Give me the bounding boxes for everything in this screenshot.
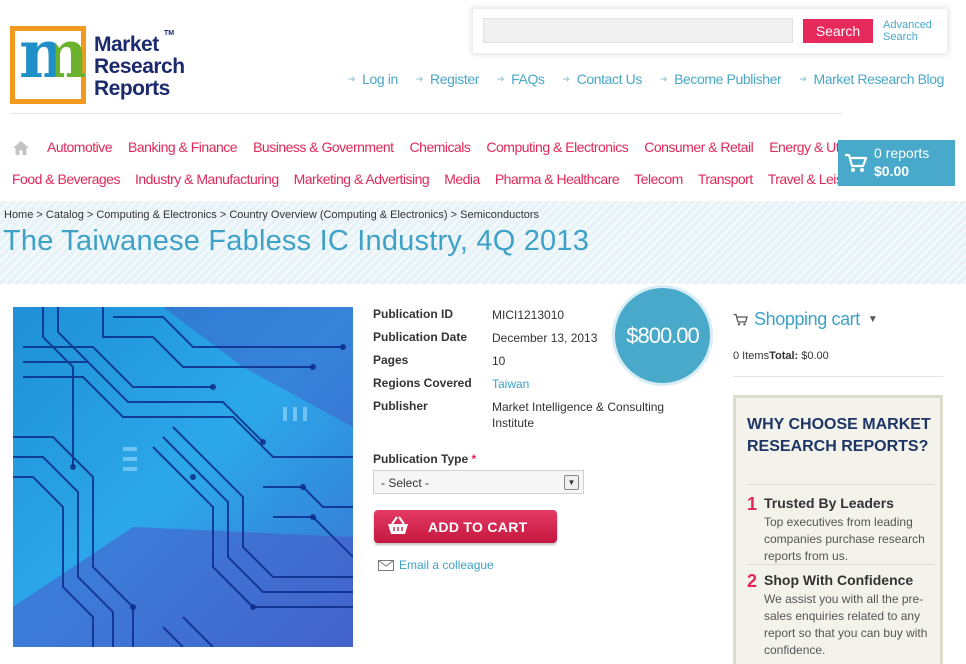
add-to-cart-button[interactable]: ADD TO CART [374,510,557,543]
header-cart-button[interactable]: 0 reports $0.00 [838,140,955,186]
home-icon[interactable] [12,140,30,156]
contact-us-link[interactable]: ➔ Contact Us [562,71,643,87]
logo-letter: m [19,21,89,87]
price-badge: $800.00 [612,285,713,386]
breadcrumb-country-overview[interactable]: Country Overview (Computing & Electronic… [229,209,447,221]
nav-pharma-healthcare[interactable]: Pharma & Healthcare [495,171,620,187]
cart-total: $0.00 [874,163,910,179]
divider [747,484,935,485]
advanced-search-link[interactable]: Advanced Search [883,19,945,43]
logo-letter-glyph: m [19,15,89,93]
required-mark: * [471,452,477,466]
logo-mark: m [10,21,89,104]
nav-automotive[interactable]: Automotive [47,139,113,155]
top-links: ➔ Log in ➔ Register ➔ FAQs ➔ Contact Us ➔ Bec… [348,71,944,87]
breadcrumb-home[interactable]: Home [4,209,33,221]
caret-down-icon: ▼ [867,314,878,325]
why-choose-title: WHY CHOOSE MARKET RESEARCH REPORTS? [747,416,931,455]
publication-type-label: Publication Type * [373,452,477,466]
why-item-number: 2 [747,571,758,591]
detail-label: Pages [373,353,409,367]
why-item-number: 1 [747,494,758,514]
arrow-right-icon: ➔ [659,73,668,84]
nav-media[interactable]: Media [444,171,480,187]
detail-label: Publisher [373,399,428,413]
email-colleague-link[interactable]: Email a colleague [378,558,494,572]
chevron-down-icon: ▼ [564,475,579,490]
page-title: The Taiwanese Fabless IC Industry, 4Q 20… [3,225,590,257]
logo-wordmark: Market Research Reports [94,33,185,100]
why-item-text: Top executives from leading companies pu… [764,515,925,563]
breadcrumb-computing[interactable]: Computing & Electronics [96,209,216,221]
nav-transport[interactable]: Transport [698,171,753,187]
arrow-right-icon: ➔ [415,73,424,84]
search-button[interactable]: Search [803,19,873,43]
detail-label: Regions Covered [373,376,472,390]
detail-label: Publication Date [373,330,468,344]
basket-icon [388,516,408,534]
search-panel: Search Advanced Search [472,8,948,54]
breadcrumb-current: Semiconductors [460,209,540,221]
shopping-cart-icon [733,313,748,326]
shopping-cart-toggle[interactable]: Shopping cart ▼ [733,309,878,330]
nav-business-government[interactable]: Business & Government [253,139,394,155]
product-cover-image [13,307,353,647]
cart-count: 0 reports [874,145,930,161]
trademark-mark: TM [164,30,175,37]
why-item-title: Trusted By Leaders [764,495,894,511]
arrow-right-icon: ➔ [347,73,356,84]
detail-label: Publication ID [373,307,454,321]
nav-food-beverages[interactable]: Food & Beverages [12,171,120,187]
register-link[interactable]: ➔ Register [416,71,479,87]
category-nav-row-2: Food & Beverages Industry & Manufacturin… [12,171,862,187]
login-link[interactable]: ➔ Log in [348,71,398,87]
header-divider [10,113,842,114]
arrow-right-icon: ➔ [496,73,505,84]
why-item-text: We assist you with all the pre-sales enq… [764,592,928,657]
detail-value: Market Intelligence & Consulting Institu… [492,400,665,430]
publication-type-select[interactable]: - Select - ▼ [373,470,584,494]
divider [747,564,935,565]
title-band: Home > Catalog > Computing & Electronics… [0,201,966,284]
nav-marketing-advertising[interactable]: Marketing & Advertising [294,171,430,187]
become-publisher-link[interactable]: ➔ Become Publisher [659,71,782,87]
divider [733,376,943,377]
faqs-link[interactable]: ➔ FAQs [497,71,545,87]
arrow-right-icon: ➔ [799,73,807,84]
cart-summary: 0 ItemsTotal: $0.00 [733,350,829,362]
breadcrumb-catalog[interactable]: Catalog [46,209,84,221]
nav-banking-finance[interactable]: Banking & Finance [128,139,238,155]
nav-chemicals[interactable]: Chemicals [410,139,471,155]
nav-consumer-retail[interactable]: Consumer & Retail [644,139,754,155]
blog-link[interactable]: ➔ Market Research Blog [799,71,944,87]
why-choose-panel: WHY CHOOSE MARKET RESEARCH REPORTS? 1 Tr… [733,395,943,664]
why-item-title: Shop With Confidence [764,572,914,588]
site-logo[interactable]: m Market Research Reports TM [10,21,185,106]
shopping-cart-icon [845,153,868,172]
nav-telecom[interactable]: Telecom [634,171,683,187]
arrow-right-icon: ➔ [562,73,571,84]
envelope-icon [378,559,394,571]
nav-industry-manufacturing[interactable]: Industry & Manufacturing [135,171,279,187]
breadcrumb: Home > Catalog > Computing & Electronics… [4,209,540,221]
category-nav-row-1: Automotive Banking & Finance Business & … [12,139,867,155]
nav-computing-electronics[interactable]: Computing & Electronics [486,139,628,155]
search-input[interactable] [483,18,793,43]
